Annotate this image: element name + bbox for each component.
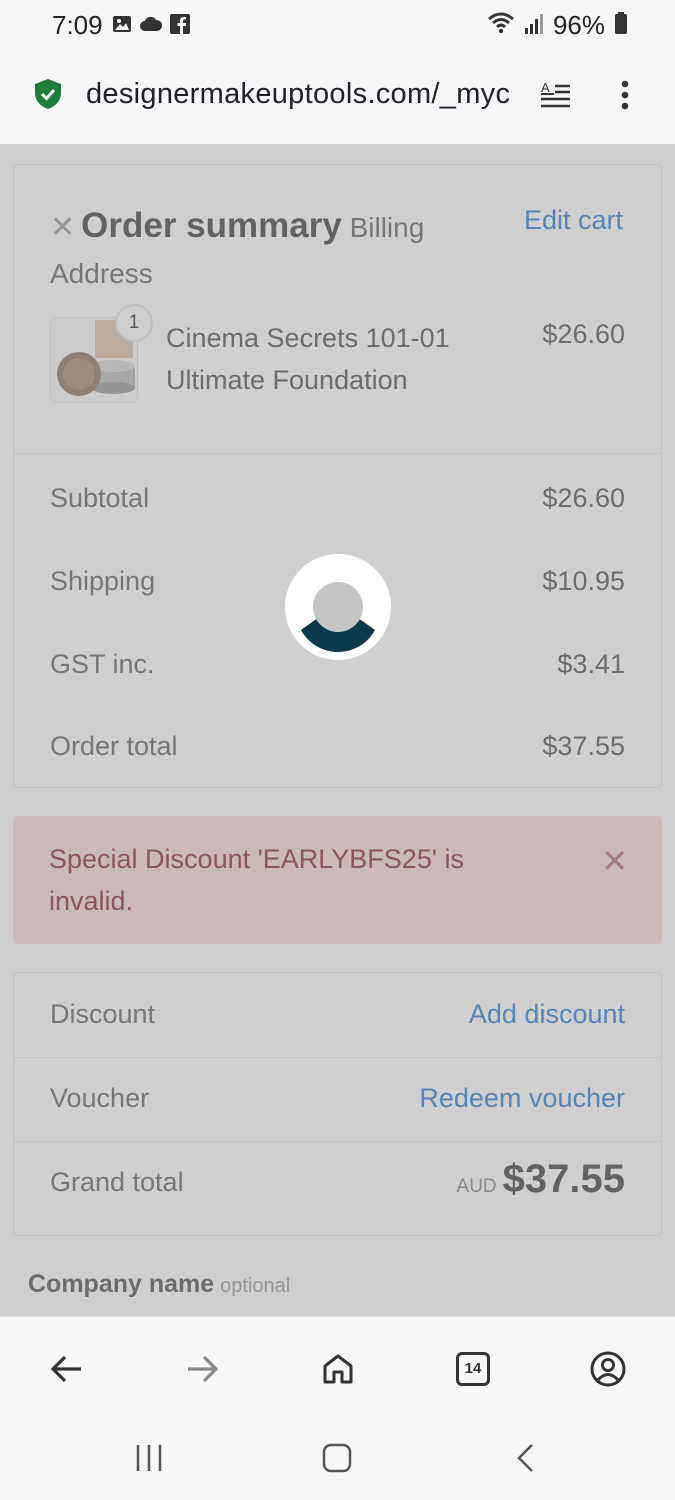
battery-text: 96% bbox=[552, 10, 605, 40]
status-bar: 7:09 96% bbox=[0, 0, 675, 50]
reader-mode-icon[interactable]: A bbox=[540, 80, 572, 115]
browser-toolbar: 14 bbox=[0, 1316, 675, 1416]
page-viewport: ✕ Order summary Billing Address Edit cart… bbox=[0, 144, 675, 1316]
system-nav-bar bbox=[0, 1416, 675, 1500]
home-icon[interactable] bbox=[318, 1349, 358, 1389]
spinner-graphic bbox=[285, 554, 391, 660]
image-icon bbox=[112, 14, 132, 39]
recent-apps-icon[interactable] bbox=[134, 1442, 164, 1479]
back-nav-icon[interactable] bbox=[514, 1442, 538, 1479]
browser-address-bar: designermakeuptools.com/_myc A bbox=[0, 50, 675, 144]
signal-icon bbox=[524, 10, 543, 41]
home-nav-icon[interactable] bbox=[322, 1442, 352, 1479]
loading-overlay bbox=[0, 146, 675, 1316]
facebook-icon bbox=[170, 14, 190, 39]
loading-spinner bbox=[285, 554, 391, 660]
tabs-icon[interactable]: 14 bbox=[453, 1349, 493, 1389]
battery-icon bbox=[615, 10, 627, 41]
back-arrow-icon[interactable] bbox=[47, 1349, 87, 1389]
wifi-icon bbox=[487, 10, 515, 41]
status-time: 7:09 bbox=[52, 10, 103, 40]
forward-arrow-icon[interactable] bbox=[182, 1349, 222, 1389]
svg-text:A: A bbox=[541, 80, 550, 95]
shield-check-icon[interactable] bbox=[34, 78, 62, 115]
notification-icons bbox=[112, 14, 190, 39]
url-field[interactable]: designermakeuptools.com/_myc bbox=[86, 78, 520, 111]
more-vert-icon[interactable] bbox=[618, 80, 632, 115]
system-status: 96% bbox=[487, 10, 627, 41]
cloud-icon bbox=[140, 16, 163, 37]
tab-count: 14 bbox=[456, 1352, 490, 1386]
account-icon[interactable] bbox=[588, 1349, 628, 1389]
